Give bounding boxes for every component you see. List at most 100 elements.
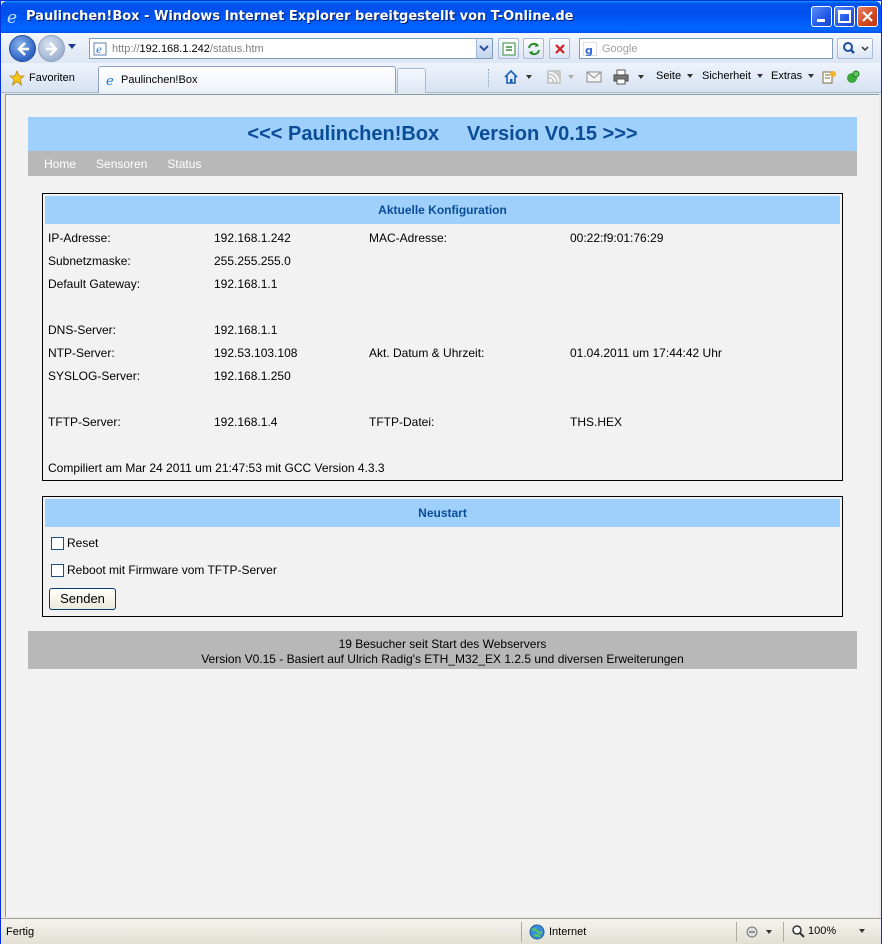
- globe-icon: [529, 924, 545, 940]
- security-zone-label: Internet: [549, 926, 587, 938]
- stop-icon: [555, 44, 565, 54]
- page-container: <<< Paulinchen!Box Version V0.15 >>> Hom…: [28, 117, 857, 176]
- chevron-down-icon: [479, 45, 489, 52]
- reset-option[interactable]: Reset: [51, 536, 98, 550]
- ntp-label: NTP-Server:: [48, 346, 115, 360]
- reboot-label: Reboot mit Firmware vom TFTP-Server: [67, 563, 277, 577]
- restart-panel: Neustart Reset Reboot mit Firmware vom T…: [42, 496, 843, 617]
- status-text: Fertig: [6, 926, 35, 938]
- research-icon[interactable]: [821, 69, 837, 85]
- home-dropdown-icon[interactable]: [525, 74, 533, 80]
- ip-label: IP-Adresse:: [48, 231, 111, 245]
- window-title: Paulinchen!Box - Windows Internet Explor…: [26, 9, 574, 24]
- reset-checkbox[interactable]: [51, 536, 64, 550]
- menu-item-sensoren[interactable]: Sensoren: [96, 157, 147, 171]
- refresh-button[interactable]: [523, 38, 544, 59]
- close-button[interactable]: [857, 6, 878, 27]
- extras-menu-button[interactable]: Extras: [771, 70, 815, 82]
- svg-text:e: e: [96, 45, 102, 56]
- dns-value: 192.168.1.1: [214, 323, 278, 337]
- config-panel-title: Aktuelle Konfiguration: [45, 196, 840, 224]
- maximize-icon: [838, 10, 851, 23]
- security-zone[interactable]: Internet: [529, 924, 586, 940]
- navigation-bar: e http://192.168.1.242/status.htm g Goog…: [1, 33, 881, 63]
- search-button[interactable]: [837, 38, 873, 59]
- tftp-file-value: THS.HEX: [570, 415, 623, 429]
- zoom-control[interactable]: 100%: [791, 924, 866, 938]
- address-dropdown-button[interactable]: [476, 39, 492, 58]
- home-icon[interactable]: [503, 69, 519, 85]
- favorites-label: Favoriten: [29, 72, 75, 84]
- menu-item-home[interactable]: Home: [44, 157, 76, 171]
- ie-logo-icon: e: [7, 8, 17, 25]
- feed-dropdown-icon[interactable]: [567, 74, 575, 80]
- syslog-label: SYSLOG-Server:: [48, 369, 141, 383]
- stop-button[interactable]: [549, 38, 570, 59]
- page-icon: e: [93, 42, 107, 56]
- safety-menu-button[interactable]: Sicherheit: [702, 70, 763, 82]
- compatibility-icon: [502, 42, 516, 56]
- address-bar[interactable]: e http://192.168.1.242/status.htm: [89, 38, 493, 59]
- gateway-value: 192.168.1.1: [214, 277, 278, 291]
- magnifier-icon: [843, 42, 869, 54]
- page-menu-button[interactable]: Seite: [656, 70, 694, 82]
- version-info: Version V0.15 - Basiert auf Ulrich Radig…: [201, 652, 684, 666]
- rss-feed-icon[interactable]: [546, 69, 562, 85]
- reset-label: Reset: [67, 536, 99, 550]
- reboot-option[interactable]: Reboot mit Firmware vom TFTP-Server: [51, 563, 277, 577]
- search-placeholder: Google: [602, 43, 638, 55]
- mac-value: 00:22:f9:01:76:29: [570, 231, 664, 245]
- datetime-label: Akt. Datum & Uhrzeit:: [369, 346, 485, 360]
- mail-icon[interactable]: [586, 69, 602, 85]
- menu-item-status[interactable]: Status: [167, 157, 201, 171]
- syslog-value: 192.168.1.250: [214, 369, 291, 383]
- print-dropdown-icon[interactable]: [637, 74, 645, 80]
- search-input[interactable]: g Google: [579, 38, 833, 59]
- svg-text:e: e: [106, 74, 114, 87]
- ntp-value: 192.53.103.108: [214, 346, 298, 360]
- subnet-label: Subnetzmaske:: [48, 254, 131, 268]
- ie-page-icon: e: [106, 74, 114, 87]
- favorites-button[interactable]: Favoriten: [9, 69, 75, 87]
- site-menu: Home Sensoren Status: [28, 151, 857, 176]
- address-input[interactable]: http://192.168.1.242/status.htm: [112, 43, 264, 55]
- arrow-right-icon: [46, 42, 58, 56]
- title-bar[interactable]: e Paulinchen!Box - Windows Internet Expl…: [1, 1, 881, 33]
- status-bar: Fertig Internet 100%: [1, 918, 881, 944]
- tab-paulinchen-box[interactable]: e Paulinchen!Box: [98, 66, 396, 93]
- toolbar-grip[interactable]: [488, 69, 491, 87]
- forward-button[interactable]: [38, 35, 65, 62]
- dns-label: DNS-Server:: [48, 323, 117, 337]
- compatibility-view-button[interactable]: [498, 38, 519, 59]
- reboot-checkbox[interactable]: [51, 563, 64, 577]
- back-button[interactable]: [9, 35, 36, 62]
- tab-label: Paulinchen!Box: [121, 74, 198, 86]
- compile-info: Compiliert am Mar 24 2011 um 21:47:53 mi…: [48, 461, 385, 475]
- page-viewport[interactable]: <<< Paulinchen!Box Version V0.15 >>> Hom…: [5, 94, 879, 917]
- submit-button[interactable]: Senden: [49, 588, 116, 610]
- maximize-button[interactable]: [834, 6, 855, 27]
- datetime-value: 01.04.2011 um 17:44:42 Uhr: [570, 346, 722, 360]
- zoom-dropdown-icon[interactable]: [859, 929, 866, 933]
- page-footer: 19 Besucher seit Start des Webservers Ve…: [28, 631, 857, 669]
- tftp-value: 192.168.1.4: [214, 415, 278, 429]
- page-header: <<< Paulinchen!Box Version V0.15 >>>: [28, 117, 857, 151]
- ip-value: 192.168.1.242: [214, 231, 291, 245]
- protected-mode-icon[interactable]: [744, 924, 774, 940]
- mac-label: MAC-Adresse:: [369, 231, 448, 245]
- new-tab-button[interactable]: [397, 68, 426, 93]
- svg-text:g: g: [585, 44, 593, 56]
- minimize-button[interactable]: [811, 6, 832, 27]
- visitor-count: 19 Besucher seit Start des Webservers: [338, 637, 547, 651]
- zoom-level: 100%: [808, 925, 837, 937]
- tftp-file-label: TFTP-Datei:: [369, 415, 435, 429]
- arrow-left-icon: [17, 42, 29, 56]
- zoom-magnifier-icon: [792, 925, 805, 938]
- browser-window: e Paulinchen!Box - Windows Internet Expl…: [0, 0, 882, 944]
- printer-icon[interactable]: [613, 69, 629, 85]
- addon-icon[interactable]: [845, 69, 861, 85]
- star-icon: [9, 70, 25, 86]
- history-dropdown-icon[interactable]: [67, 43, 77, 51]
- tftp-label: TFTP-Server:: [48, 415, 121, 429]
- gateway-label: Default Gateway:: [48, 277, 141, 291]
